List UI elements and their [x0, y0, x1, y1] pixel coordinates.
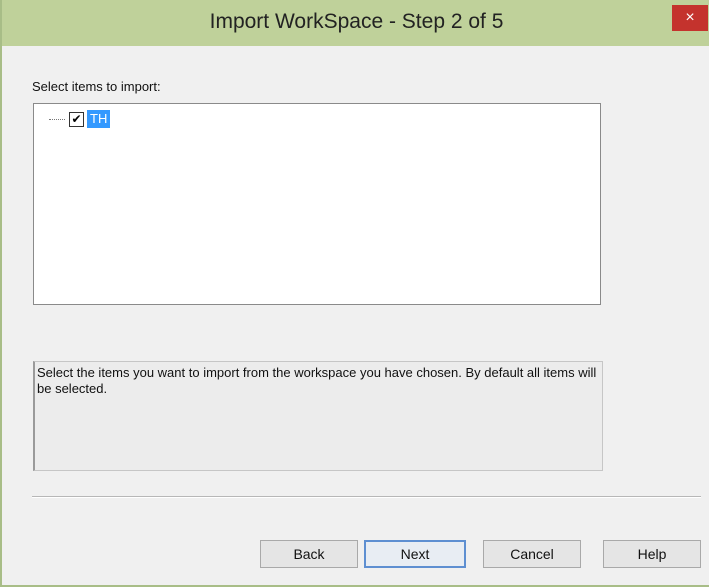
dialog-title: Import WorkSpace - Step 2 of 5 [209, 10, 504, 33]
title-bar: Import WorkSpace - Step 2 of 5 × [2, 0, 709, 46]
close-icon: × [685, 9, 695, 26]
next-button[interactable]: Next [364, 540, 466, 568]
help-button[interactable]: Help [603, 540, 701, 568]
back-button[interactable]: Back [260, 540, 358, 568]
select-items-label: Select items to import: [32, 79, 161, 94]
close-button[interactable]: × [672, 5, 708, 31]
description-box: Select the items you want to import from… [33, 361, 603, 471]
tree-item-th[interactable]: ✔ TH [49, 110, 111, 128]
cancel-button[interactable]: Cancel [483, 540, 581, 568]
items-tree[interactable]: ✔ TH [33, 103, 601, 305]
item-checkbox[interactable]: ✔ [69, 111, 84, 127]
import-workspace-dialog: Import WorkSpace - Step 2 of 5 × Select … [0, 0, 709, 587]
tree-connector [49, 118, 65, 120]
dialog-body: Select items to import: ✔ TH Select the … [4, 46, 709, 585]
separator [32, 496, 701, 498]
tree-item-label[interactable]: TH [87, 110, 111, 128]
checkmark-icon: ✔ [71, 112, 82, 126]
